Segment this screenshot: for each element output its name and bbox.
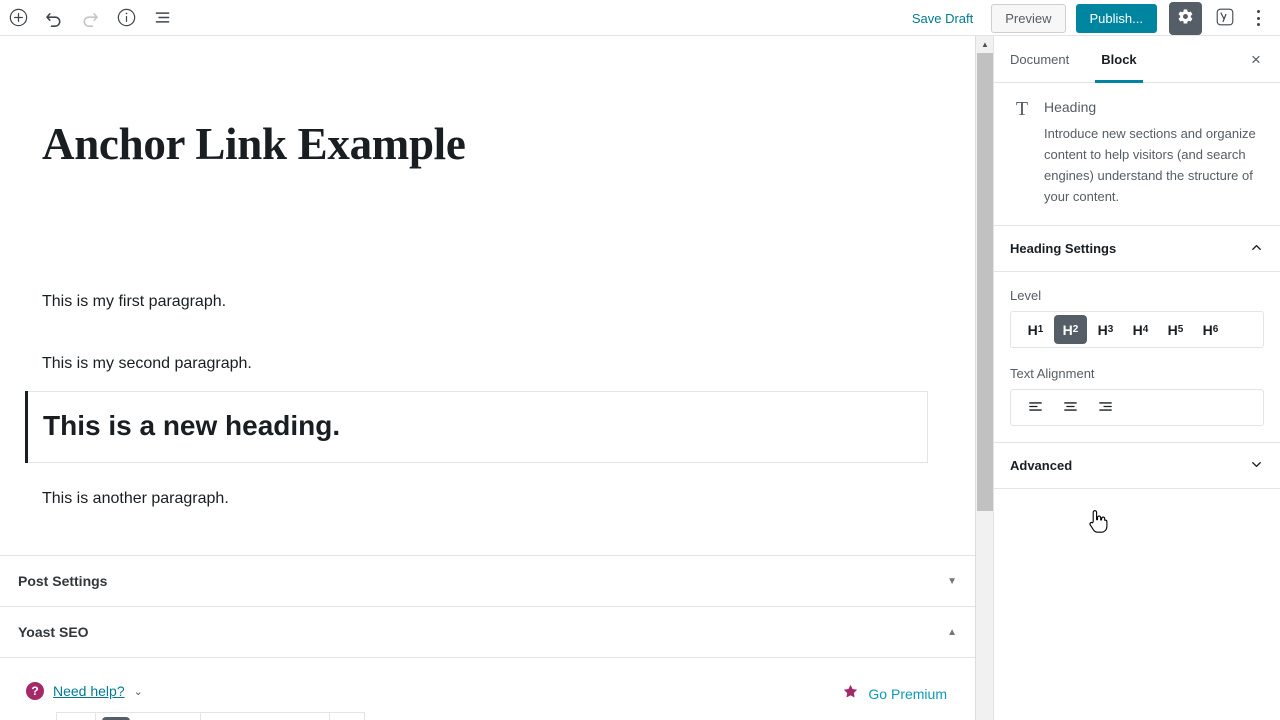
gear-icon <box>1177 8 1194 28</box>
metabox-yoast-seo-title: Yoast SEO <box>18 624 89 640</box>
publish-button[interactable]: Publish... <box>1075 3 1157 33</box>
block-type-switcher-button[interactable]: T ▼ <box>57 713 95 720</box>
paragraph-block-2[interactable]: This is my second paragraph. <box>42 352 252 376</box>
level-h3-button[interactable]: H3 <box>1089 315 1122 344</box>
level-h6-button[interactable]: H6 <box>1194 315 1227 344</box>
level-h2-button[interactable]: H2 <box>1054 315 1087 345</box>
scroll-up-arrow-icon[interactable]: ▲ <box>976 36 994 53</box>
panel-heading-settings-header[interactable]: Heading Settings <box>994 225 1280 273</box>
kebab-menu-icon <box>1256 9 1260 28</box>
chevron-down-icon[interactable]: ⌄ <box>134 685 143 698</box>
redo-icon <box>80 8 100 28</box>
content-structure-button[interactable] <box>108 0 144 36</box>
heading-block-selected[interactable]: This is a new heading. T ▼ H2 H3 <box>25 391 928 720</box>
block-navigation-icon <box>152 7 173 28</box>
add-block-icon <box>8 7 29 28</box>
more-options-button[interactable] <box>1242 2 1274 34</box>
chevron-up-icon[interactable] <box>1249 240 1264 258</box>
undo-button[interactable] <box>36 0 72 36</box>
level-h5-button[interactable]: H5 <box>1159 315 1192 344</box>
block-selection-indicator <box>25 391 28 463</box>
save-draft-button[interactable]: Save Draft <box>902 5 983 32</box>
chevron-down-icon[interactable]: ▼ <box>947 576 957 587</box>
panel-heading-settings-title: Heading Settings <box>1010 241 1117 257</box>
inline-formatting-group: B I ▼ <box>201 713 330 720</box>
tab-block[interactable]: Block <box>1085 36 1152 83</box>
post-title[interactable]: Anchor Link Example <box>42 118 466 170</box>
close-sidebar-button[interactable]: × <box>1240 44 1272 76</box>
align-center-button[interactable] <box>1054 393 1087 422</box>
scrollbar-thumb[interactable] <box>977 53 993 511</box>
link-button[interactable] <box>265 713 297 720</box>
need-help-row: ? Need help? ⌄ <box>26 682 143 700</box>
panel-advanced-title: Advanced <box>1010 458 1073 474</box>
align-center-icon <box>1062 398 1079 418</box>
chevron-down-icon[interactable] <box>1249 457 1264 475</box>
undo-icon <box>44 8 64 28</box>
text-alignment-button-group <box>1010 389 1264 427</box>
settings-toggle-button[interactable] <box>1169 1 1202 35</box>
align-right-icon <box>1097 398 1114 418</box>
yoast-seo-button[interactable] <box>1210 3 1240 33</box>
heading-t-icon: T <box>1015 98 1029 120</box>
chevron-up-icon[interactable]: ▲ <box>947 627 957 638</box>
more-formatting-button[interactable]: ▼ <box>297 713 329 720</box>
toolbar-h4-button[interactable]: H4 <box>168 713 200 720</box>
align-left-button[interactable] <box>1019 393 1052 422</box>
heading-level-button-group: H1 H2 H3 H4 H5 H6 <box>1010 311 1264 349</box>
metabox-post-settings-title: Post Settings <box>18 573 108 589</box>
block-formatting-toolbar: T ▼ H2 H3 H4 B <box>56 712 365 720</box>
content-info-icon <box>116 7 137 28</box>
italic-button[interactable]: I <box>233 713 265 720</box>
editor-top-bar: Save Draft Preview Publish... <box>0 0 1280 36</box>
heading-block-text[interactable]: This is a new heading. <box>43 410 340 442</box>
need-help-link[interactable]: Need help? <box>53 683 125 699</box>
block-type-group: T ▼ <box>57 713 96 720</box>
heading-level-group: H2 H3 H4 <box>96 713 201 720</box>
panel-advanced-header[interactable]: Advanced <box>994 442 1280 490</box>
paragraph-block-3[interactable]: This is another paragraph. <box>42 487 229 511</box>
tab-document[interactable]: Document <box>994 36 1085 82</box>
block-navigation-button[interactable] <box>144 0 180 36</box>
block-info-description: Introduce new sections and organize cont… <box>1044 126 1256 205</box>
yoast-logo-icon <box>1214 6 1236 31</box>
bold-button[interactable]: B <box>201 713 233 720</box>
paragraph-block-1[interactable]: This is my first paragraph. <box>42 290 226 314</box>
sidebar-tabs: Document Block × <box>994 36 1280 83</box>
metabox-yoast-seo[interactable]: Yoast SEO ▲ <box>0 606 975 657</box>
go-premium-row[interactable]: Go Premium <box>842 683 947 705</box>
metabox-post-settings[interactable]: Post Settings ▼ <box>0 555 975 606</box>
editor-canvas[interactable]: Anchor Link Example This is my first par… <box>0 36 975 720</box>
align-left-icon <box>1027 398 1044 418</box>
gutenberg-editor-window: Save Draft Preview Publish... Anchor Lin… <box>0 0 1280 720</box>
question-mark-icon: ? <box>26 682 44 700</box>
preview-button[interactable]: Preview <box>991 3 1066 33</box>
block-info-card: T Heading Introduce new sections and org… <box>994 83 1280 225</box>
settings-sidebar: Document Block × T Heading Introduce new… <box>993 36 1280 720</box>
toolbar-h2-button[interactable]: H2 <box>96 713 136 720</box>
panel-heading-settings-body: Level H1 H2 H3 H4 H5 H6 Text Alignment <box>994 272 1280 442</box>
block-info-title: Heading <box>1044 99 1097 115</box>
add-block-button[interactable] <box>0 0 36 36</box>
yoast-seo-panel-body: ? Need help? ⌄ Go Premium <box>0 657 975 720</box>
align-right-button[interactable] <box>1089 393 1122 422</box>
level-h1-button[interactable]: H1 <box>1019 315 1052 344</box>
top-bar-right-tools: Save Draft Preview Publish... <box>902 0 1274 36</box>
redo-button[interactable] <box>72 0 108 36</box>
block-options-button[interactable] <box>330 713 364 720</box>
level-label: Level <box>1010 288 1042 304</box>
editor-scrollbar[interactable]: ▲ <box>975 36 994 720</box>
go-premium-label: Go Premium <box>868 686 947 702</box>
star-icon <box>842 683 859 705</box>
toolbar-h3-button[interactable]: H3 <box>136 713 168 720</box>
metabox-area: Post Settings ▼ Yoast SEO ▲ ? Need help?… <box>0 555 975 720</box>
block-info-body: Heading Introduce new sections and organ… <box>1044 99 1264 207</box>
top-bar-left-tools <box>0 0 180 36</box>
level-h4-button[interactable]: H4 <box>1124 315 1157 344</box>
block-options-group <box>330 713 364 720</box>
text-alignment-label: Text Alignment <box>1010 366 1095 382</box>
